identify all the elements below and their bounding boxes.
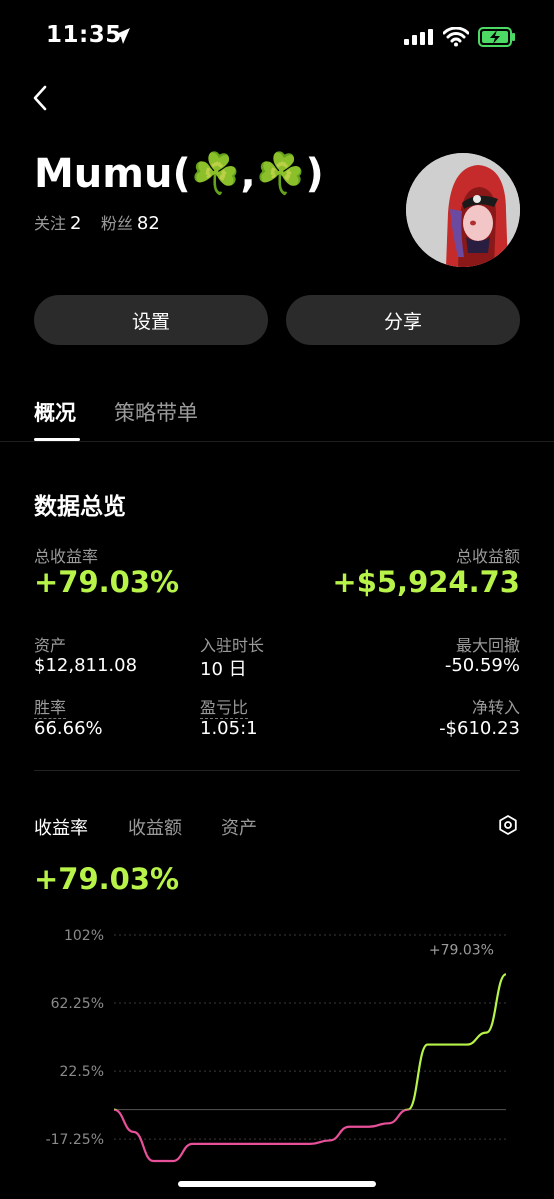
fans-count[interactable]: 82	[137, 213, 160, 234]
status-bar: 11:35	[0, 0, 554, 70]
chart-y-tick-label: -17.25%	[46, 1132, 104, 1148]
chart-y-tick-label: 102%	[64, 928, 104, 944]
section-title: 数据总览	[34, 494, 126, 520]
battery-charging-icon	[478, 27, 515, 47]
chart-end-label: +79.03%	[429, 942, 494, 958]
back-chevron-icon[interactable]	[26, 82, 58, 114]
avatar-illustration	[406, 153, 520, 267]
duration-label: 入驻时长	[200, 636, 265, 655]
share-button[interactable]: 分享	[286, 295, 520, 345]
tab-overview[interactable]: 概况	[34, 397, 76, 427]
avatar[interactable]	[406, 153, 520, 267]
total-return-rate-label: 总收益率	[34, 547, 99, 566]
pl-ratio-value: 1.05:1	[200, 718, 258, 739]
tabs-divider	[0, 441, 554, 442]
net-transfer-value: -$610.23	[439, 718, 520, 739]
tab-strategy[interactable]: 策略带单	[114, 397, 198, 427]
follow-stats: 关注 2 粉丝 82	[34, 210, 174, 234]
home-indicator	[178, 1181, 376, 1187]
chart-y-tick-label: 22.5%	[60, 1064, 104, 1080]
total-return-amount-label: 总收益额	[455, 547, 520, 566]
pl-ratio-label[interactable]: 盈亏比	[200, 694, 249, 719]
profile-name: Mumu(☘️,☘️)	[34, 151, 324, 197]
total-return-amount-value: +$5,924.73	[332, 565, 520, 599]
chart-tab-return-rate[interactable]: 收益率	[34, 814, 88, 840]
following-label: 关注	[34, 214, 67, 233]
assets-value: $12,811.08	[34, 655, 138, 676]
fans-label: 粉丝	[100, 214, 133, 233]
max-drawdown-value: -50.59%	[444, 655, 520, 676]
stats-divider	[34, 770, 520, 771]
following-count[interactable]: 2	[70, 213, 81, 234]
win-rate-value: 66.66%	[34, 718, 103, 739]
cellular-signal-icon	[404, 29, 433, 45]
win-rate-label[interactable]: 胜率	[34, 694, 67, 719]
return-rate-chart[interactable]: 102% 62.25% 22.5% -17.25% +79.03%	[0, 915, 554, 1185]
status-time: 11:35	[46, 22, 122, 48]
chart-line-negative	[113, 1109, 410, 1163]
total-return-rate-value: +79.03%	[34, 565, 180, 599]
chart-y-tick-label: 62.25%	[51, 996, 104, 1012]
chart-tab-assets[interactable]: 资产	[221, 814, 257, 840]
max-drawdown-label: 最大回撤	[455, 636, 520, 655]
chart-settings-icon[interactable]	[497, 814, 519, 836]
assets-label: 资产	[34, 636, 67, 655]
duration-value: 10 日	[200, 659, 247, 680]
chart-tab-return-amount[interactable]: 收益额	[128, 814, 182, 840]
settings-button[interactable]: 设置	[34, 295, 268, 345]
chart-current-value: +79.03%	[34, 862, 180, 896]
chart-line-positive	[113, 973, 507, 1110]
net-transfer-label: 净转入	[471, 698, 520, 717]
wifi-icon	[443, 27, 469, 47]
location-arrow-icon	[114, 28, 130, 44]
